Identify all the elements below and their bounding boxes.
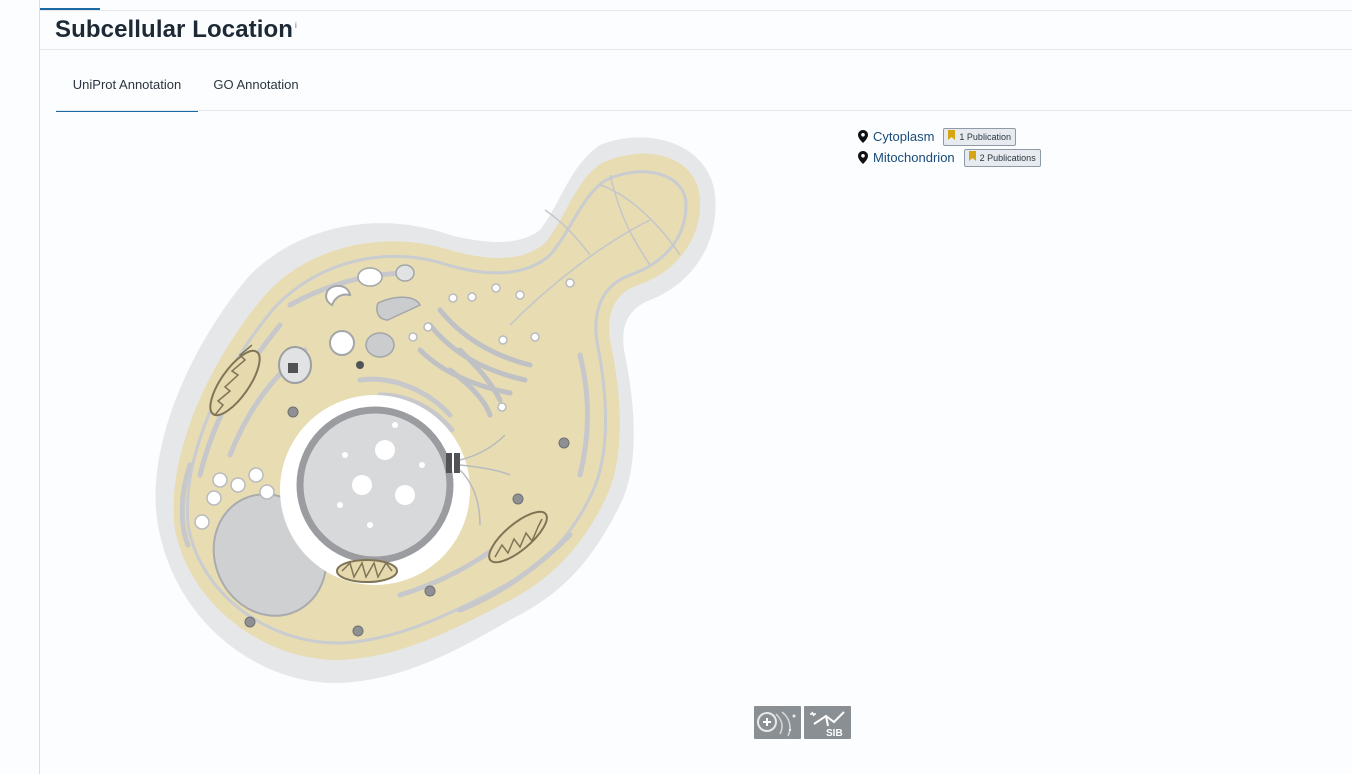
- tab-uniprot-annotation[interactable]: UniProt Annotation: [56, 62, 198, 112]
- sib-logo-text: SIB: [826, 728, 843, 739]
- tab-label: GO Annotation: [213, 77, 299, 92]
- location-list: Cytoplasm 1 Publication Mitochondrion 2 …: [858, 126, 1041, 168]
- publication-count: 1 Publication: [959, 131, 1011, 142]
- nucleus: [296, 406, 454, 564]
- map-pin-icon: [858, 130, 868, 143]
- expasy-logo-graphic: [757, 711, 796, 737]
- location-row-cytoplasm: Cytoplasm 1 Publication: [858, 126, 1041, 147]
- location-row-mitochondrion: Mitochondrion 2 Publications: [858, 147, 1041, 168]
- publication-badge[interactable]: 2 Publications: [963, 148, 1041, 167]
- bookmark-icon: [968, 151, 976, 161]
- tab-label: UniProt Annotation: [72, 77, 182, 92]
- expasy-logo[interactable]: [754, 706, 801, 739]
- tab-go-annotation[interactable]: GO Annotation: [204, 62, 308, 110]
- footer-logos: SIB: [754, 706, 851, 739]
- spindle-pole-body: [446, 453, 452, 473]
- sib-logo[interactable]: SIB: [804, 706, 851, 739]
- location-link-cytoplasm[interactable]: Cytoplasm: [873, 129, 934, 144]
- tabs-divider: [56, 110, 1352, 111]
- location-link-mitochondrion[interactable]: Mitochondrion: [873, 150, 955, 165]
- publication-count: 2 Publications: [979, 152, 1036, 163]
- bookmark-icon: [948, 130, 956, 140]
- page-title: Subcellular Location i: [55, 16, 297, 44]
- publication-badge[interactable]: 1 Publication: [943, 127, 1016, 146]
- map-pin-icon: [858, 151, 868, 164]
- left-border: [39, 0, 40, 774]
- title-text: Subcellular Location: [55, 16, 294, 43]
- sib-logo-graphic: SIB: [810, 711, 845, 739]
- section-header: Subcellular Location i: [40, 11, 1352, 50]
- cell-diagram-svg: [155, 137, 716, 684]
- info-icon[interactable]: i: [295, 21, 297, 30]
- cell-diagram: [130, 125, 730, 695]
